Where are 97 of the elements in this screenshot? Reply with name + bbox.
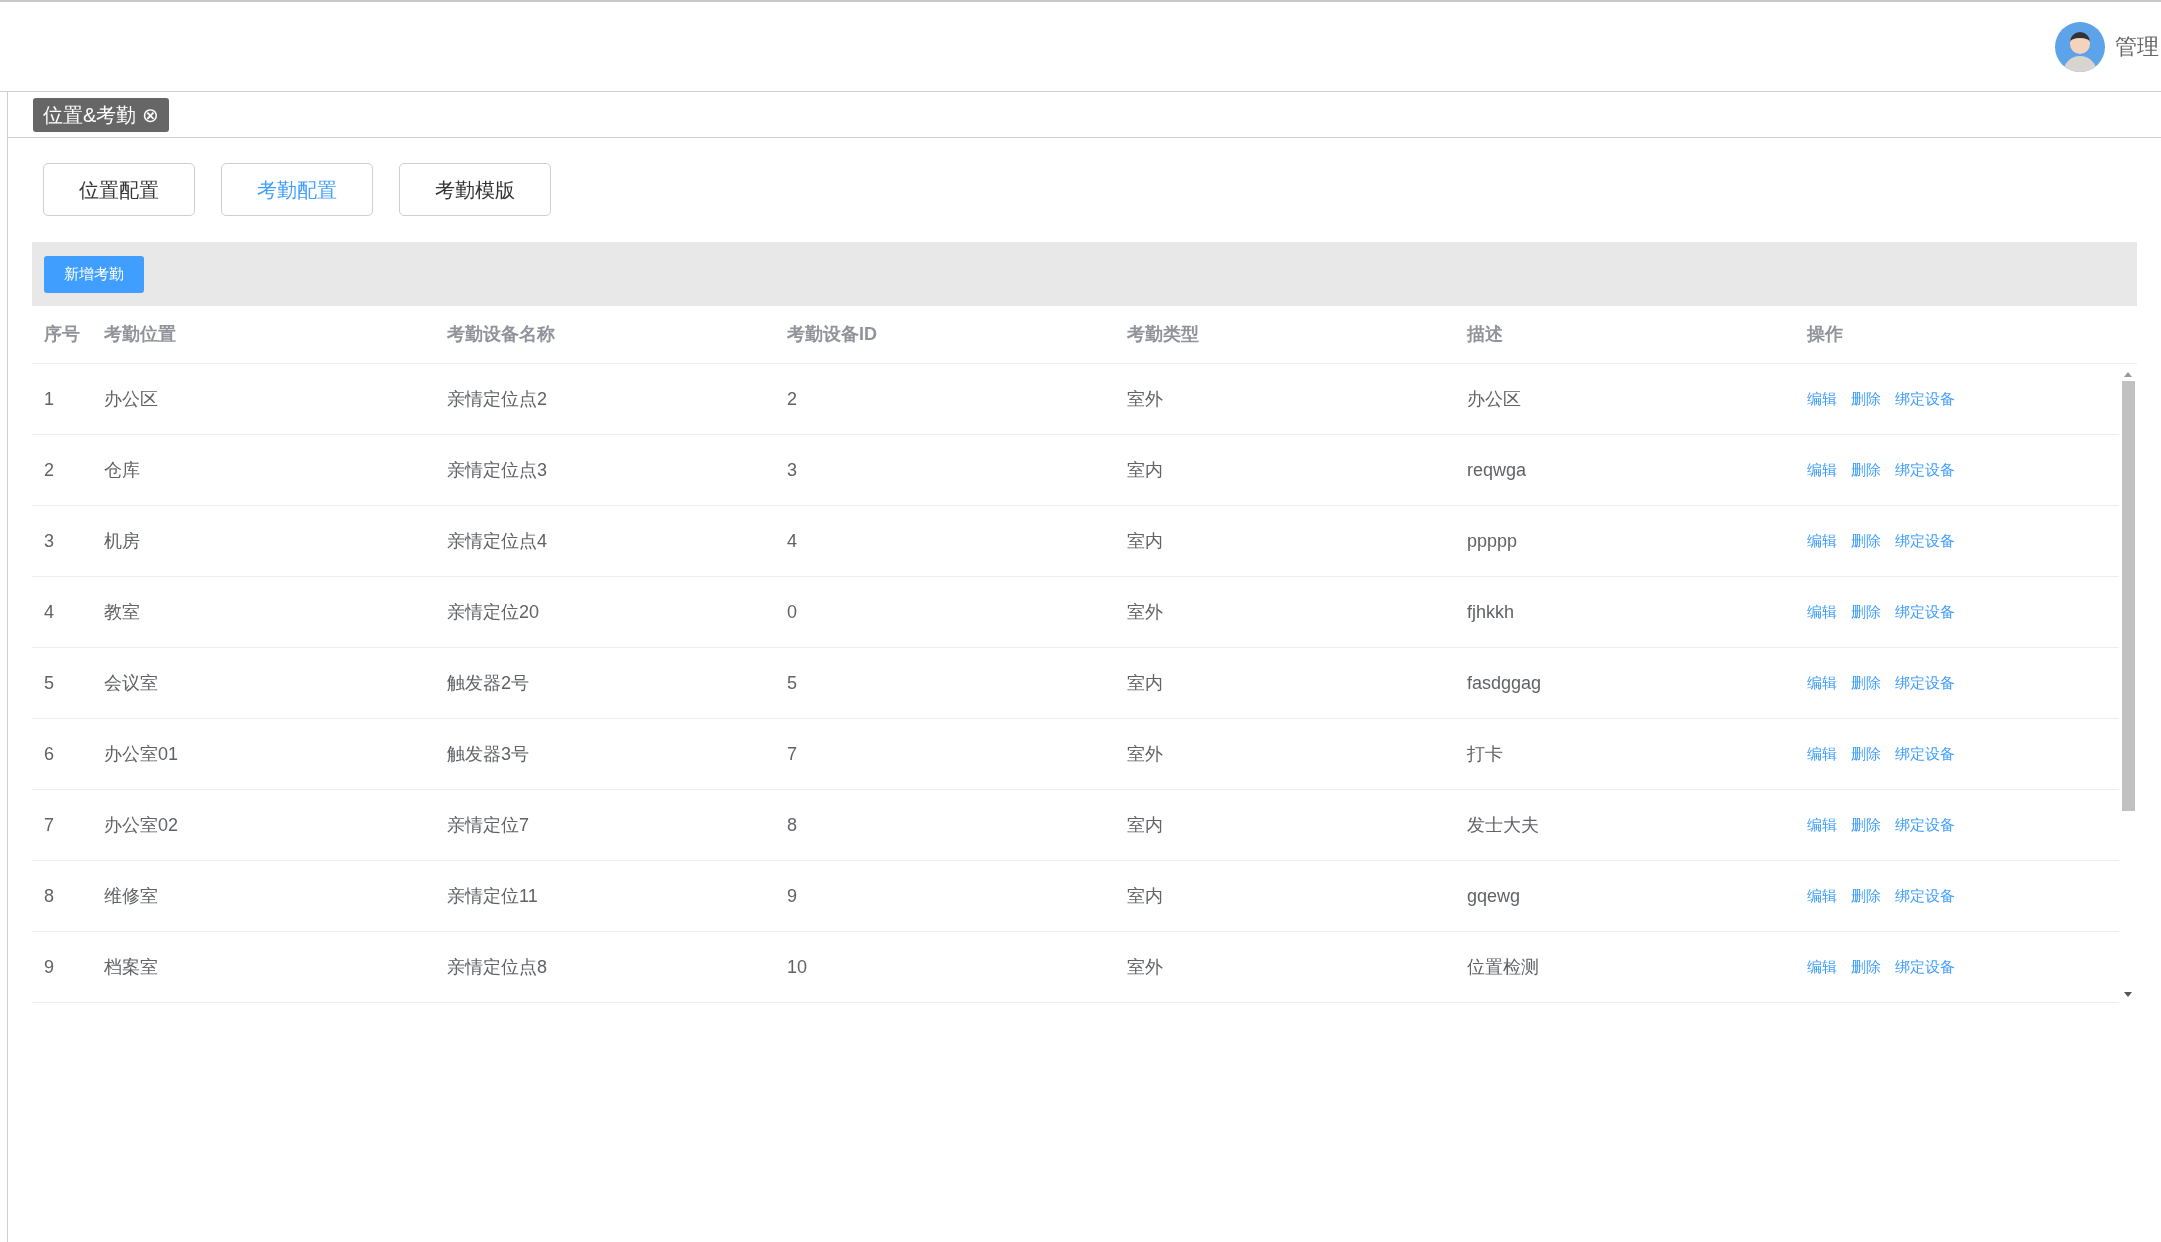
column-header: 描述 [1467, 324, 1503, 344]
table-cell: 机房 [104, 530, 140, 551]
table-cell: 9 [787, 885, 797, 906]
action-link[interactable]: 删除 [1851, 955, 1881, 979]
table-cell: 7 [44, 814, 54, 835]
table-cell: 0 [787, 601, 797, 622]
action-link[interactable]: 删除 [1851, 600, 1881, 624]
table-cell: 2 [787, 388, 797, 409]
table-cell: 室外 [1127, 388, 1163, 409]
user-name[interactable]: 管理 [2115, 30, 2161, 63]
table-cell: 亲情定位点2 [447, 388, 547, 409]
table-cell: 办公区 [1467, 388, 1521, 409]
action-link[interactable]: 编辑 [1807, 813, 1837, 837]
action-link[interactable]: 删除 [1851, 884, 1881, 908]
table-cell: 亲情定位20 [447, 601, 540, 622]
action-link[interactable]: 绑定设备 [1895, 813, 1955, 837]
column-header: 考勤设备名称 [447, 324, 555, 344]
table-cell: 室内 [1127, 459, 1163, 480]
table-cell: reqwga [1467, 459, 1527, 480]
table-cell: gqewg [1467, 885, 1521, 906]
action-link[interactable]: 绑定设备 [1895, 529, 1955, 553]
action-link[interactable]: 编辑 [1807, 600, 1837, 624]
table-cell: 室内 [1127, 814, 1163, 835]
table-cell: 7 [787, 743, 797, 764]
action-link[interactable]: 删除 [1851, 742, 1881, 766]
table-cell: fasdggag [1467, 672, 1542, 693]
table-cell: 室内 [1127, 530, 1163, 551]
action-link[interactable]: 绑定设备 [1895, 600, 1955, 624]
column-header: 考勤位置 [104, 324, 176, 344]
action-link[interactable]: 绑定设备 [1895, 671, 1955, 695]
table-cell: 3 [787, 459, 797, 480]
table-cell: 仓库 [104, 459, 140, 480]
table-cell: 办公室02 [104, 814, 179, 835]
table-cell: 亲情定位点8 [447, 956, 547, 977]
add-attendance-button[interactable]: 新增考勤 [44, 255, 144, 293]
table-cell: 5 [787, 672, 797, 693]
table-cell: 维修室 [104, 885, 158, 906]
page-tab-label: 位置&考勤 [43, 102, 137, 128]
table-cell: 10 [787, 956, 808, 977]
table-cell: 室外 [1127, 601, 1163, 622]
action-link[interactable]: 删除 [1851, 813, 1881, 837]
table-cell: 2 [44, 459, 54, 480]
action-link[interactable]: 编辑 [1807, 671, 1837, 695]
action-link[interactable]: 编辑 [1807, 529, 1837, 553]
table-cell: 亲情定位点3 [447, 459, 547, 480]
table-cell: 发士大夫 [1467, 814, 1539, 835]
action-link[interactable]: 绑定设备 [1895, 742, 1955, 766]
table-cell: 8 [787, 814, 797, 835]
config-tab[interactable]: 位置配置 [43, 163, 195, 216]
table-cell: 触发器3号 [447, 743, 529, 764]
table-cell: 8 [44, 885, 54, 906]
page-tab[interactable]: 位置&考勤 ⊗ [33, 97, 170, 132]
table-cell: 室内 [1127, 672, 1163, 693]
config-tab[interactable]: 考勤配置 [221, 163, 373, 216]
table-cell: 室外 [1127, 956, 1163, 977]
avatar-icon[interactable] [2055, 21, 2105, 72]
table-cell: 教室 [104, 601, 140, 622]
table-cell: 亲情定位7 [447, 814, 529, 835]
column-header: 序号 [44, 324, 80, 344]
action-link[interactable]: 删除 [1851, 458, 1881, 482]
action-link[interactable]: 绑定设备 [1895, 884, 1955, 908]
table-cell: 位置检测 [1467, 956, 1539, 977]
table-cell: 9 [44, 956, 54, 977]
close-icon[interactable]: ⊗ [142, 104, 160, 125]
action-link[interactable]: 绑定设备 [1895, 387, 1955, 411]
table-cell: 1 [44, 388, 54, 409]
action-link[interactable]: 编辑 [1807, 955, 1837, 979]
column-header: 考勤类型 [1127, 324, 1199, 344]
action-link[interactable]: 删除 [1851, 671, 1881, 695]
action-link[interactable]: 绑定设备 [1895, 458, 1955, 482]
table-cell: 室内 [1127, 885, 1163, 906]
action-link[interactable]: 编辑 [1807, 458, 1837, 482]
table-cell: 4 [787, 530, 797, 551]
action-link[interactable]: 编辑 [1807, 742, 1837, 766]
table-cell: 办公室01 [104, 743, 179, 764]
table-cell: 6 [44, 743, 54, 764]
table-cell: 触发器2号 [447, 672, 529, 693]
column-header: 操作 [1807, 324, 1843, 344]
action-link[interactable]: 删除 [1851, 529, 1881, 553]
table-cell: 3 [44, 530, 54, 551]
table-cell: fjhkkh [1467, 601, 1515, 622]
action-link[interactable]: 编辑 [1807, 387, 1837, 411]
table-cell: 办公区 [104, 388, 158, 409]
table-cell: 4 [44, 601, 54, 622]
table-cell: 打卡 [1467, 743, 1503, 764]
config-tab[interactable]: 考勤模版 [399, 163, 551, 216]
table-cell: 档案室 [104, 956, 158, 977]
table-cell: 5 [44, 672, 54, 693]
action-link[interactable]: 删除 [1851, 387, 1881, 411]
table-cell: 亲情定位点4 [447, 530, 547, 551]
table-cell: 会议室 [104, 672, 158, 693]
action-link[interactable]: 编辑 [1807, 884, 1837, 908]
table-cell: 亲情定位11 [447, 885, 538, 906]
table-cell: ppppp [1467, 530, 1518, 551]
table-cell: 室外 [1127, 743, 1163, 764]
column-header: 考勤设备ID [787, 324, 877, 344]
action-link[interactable]: 绑定设备 [1895, 955, 1955, 979]
